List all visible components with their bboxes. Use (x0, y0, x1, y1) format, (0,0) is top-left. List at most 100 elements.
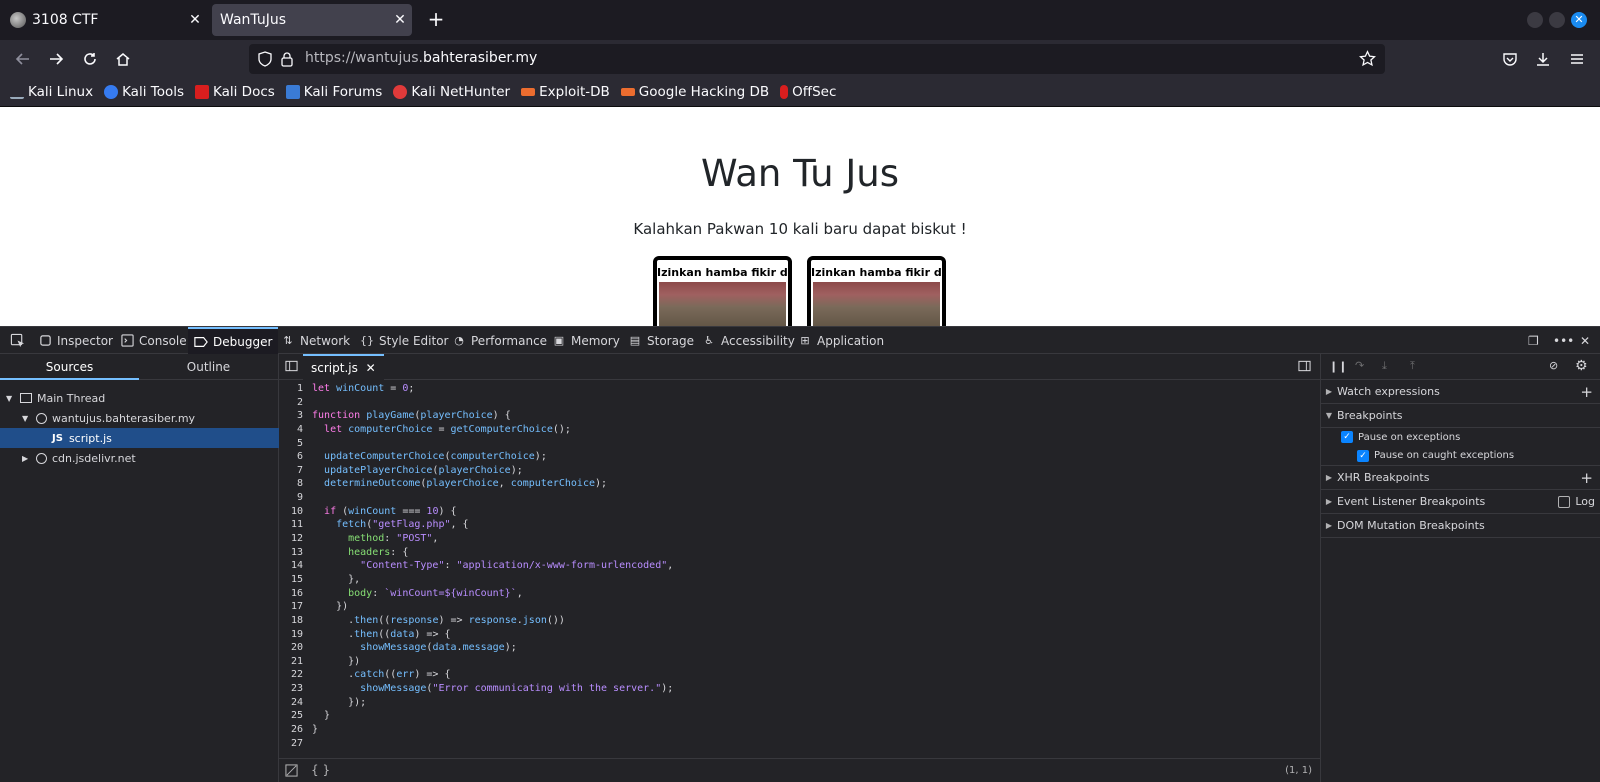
section-breakpoints[interactable]: ▼ Breakpoints (1321, 404, 1600, 428)
tab-close-icon[interactable]: ✕ (183, 12, 207, 28)
add-watch-icon[interactable]: + (1580, 383, 1593, 401)
back-arrow-icon[interactable] (10, 46, 36, 72)
code-line[interactable]: 16 body: `winCount=${winCount}`, (279, 587, 1320, 601)
line-number[interactable]: 10 (279, 505, 303, 519)
tab-accessibility[interactable]: ♿ Accessibility (702, 327, 795, 354)
tab-storage[interactable]: ▤ Storage (628, 327, 694, 354)
line-number[interactable]: 15 (279, 573, 303, 587)
reload-icon[interactable] (77, 46, 103, 72)
bookmark-offsec[interactable]: OffSec (780, 84, 836, 100)
code-line[interactable]: 10 if (winCount === 10) { (279, 505, 1320, 519)
padlock-icon[interactable] (279, 51, 295, 67)
code-line[interactable]: 11 fetch("getFlag.php", { (279, 518, 1320, 532)
minimize-window-icon[interactable] (1527, 12, 1543, 28)
browser-tab-3108-ctf[interactable]: 3108 CTF ✕ (2, 4, 207, 36)
browser-tab-wantujus[interactable]: WanTuJus ✕ (212, 4, 412, 36)
bookmark-kali-docs[interactable]: Kali Docs (195, 84, 275, 100)
toggle-sidebar-icon[interactable] (285, 360, 298, 372)
code-line[interactable]: 18 .then((response) => response.json()) (279, 614, 1320, 628)
checkbox-unchecked-icon[interactable] (1558, 495, 1571, 508)
code-line[interactable]: 24 }); (279, 696, 1320, 710)
line-number[interactable]: 23 (279, 682, 303, 696)
close-file-icon[interactable]: ✕ (366, 361, 376, 375)
bookmark-kali-forums[interactable]: Kali Forums (285, 84, 382, 100)
code-line[interactable]: 14 "Content-Type": "application/x-www-fo… (279, 559, 1320, 573)
code-line[interactable]: 7 updatePlayerChoice(playerChoice); (279, 464, 1320, 478)
code-line[interactable]: 15 }, (279, 573, 1320, 587)
section-watch-expressions[interactable]: ▶ Watch expressions + (1321, 380, 1600, 404)
forward-arrow-icon[interactable] (43, 46, 69, 72)
checkbox-checked-icon[interactable]: ✓ (1357, 449, 1369, 462)
code-line[interactable]: 4 let computerChoice = getComputerChoice… (279, 423, 1320, 437)
line-number[interactable]: 1 (279, 382, 303, 396)
tree-domain-wantujus[interactable]: ▼ wantujus.bahterasiber.my (0, 408, 279, 428)
menu-hamburger-icon[interactable] (1564, 46, 1590, 72)
source-code[interactable]: 1 let winCount = 0; 2 3 function playGame(pl… (279, 382, 1320, 755)
bookmark-exploit-db[interactable]: Exploit-DB (521, 84, 610, 100)
line-number[interactable]: 17 (279, 600, 303, 614)
tree-main-thread[interactable]: ▼ Main Thread (0, 388, 279, 408)
code-line[interactable]: 13 headers: { (279, 546, 1320, 560)
line-number[interactable]: 13 (279, 546, 303, 560)
code-line[interactable]: 20 showMessage(data.message); (279, 641, 1320, 655)
code-line[interactable]: 1 let winCount = 0; (279, 382, 1320, 396)
line-number[interactable]: 8 (279, 477, 303, 491)
line-number[interactable]: 26 (279, 723, 303, 737)
dock-options-icon[interactable]: ❐ (1528, 327, 1539, 354)
line-number[interactable]: 18 (279, 614, 303, 628)
line-number[interactable]: 21 (279, 655, 303, 669)
tab-console[interactable]: Console (120, 327, 187, 354)
pause-icon[interactable]: ❙❙ (1329, 360, 1347, 373)
close-window-icon[interactable]: ✕ (1571, 12, 1587, 28)
pretty-print-button[interactable]: { } (311, 763, 330, 777)
code-line[interactable]: 22 .catch((err) => { (279, 668, 1320, 682)
maximize-window-icon[interactable] (1549, 12, 1565, 28)
log-toggle[interactable]: Log (1558, 495, 1595, 508)
tab-outline[interactable]: Outline (139, 354, 278, 380)
pocket-icon[interactable] (1497, 46, 1523, 72)
element-picker-icon[interactable] (6, 327, 28, 354)
line-number[interactable]: 2 (279, 396, 303, 410)
computer-choice-card[interactable]: Izinkan hamba fikir dulu (653, 256, 792, 326)
tracking-protection-shield-icon[interactable] (257, 51, 273, 67)
code-line[interactable]: 21 }) (279, 655, 1320, 669)
pause-on-caught-row[interactable]: ✓ Pause on caught exceptions (1321, 446, 1600, 466)
line-number[interactable]: 9 (279, 491, 303, 505)
line-number[interactable]: 16 (279, 587, 303, 601)
line-number[interactable]: 4 (279, 423, 303, 437)
player-choice-card[interactable]: Izinkan hamba fikir dulu (807, 256, 946, 326)
tab-inspector[interactable]: Inspector (38, 327, 113, 354)
line-number[interactable]: 7 (279, 464, 303, 478)
section-dom-mutation-breakpoints[interactable]: ▶ DOM Mutation Breakpoints (1321, 514, 1600, 538)
settings-gear-icon[interactable]: ⚙ (1575, 358, 1588, 374)
add-xhr-icon[interactable]: + (1580, 469, 1593, 487)
close-devtools-icon[interactable]: ✕ (1580, 327, 1590, 354)
tab-sources[interactable]: Sources (0, 354, 139, 380)
bookmark-kali-nethunter[interactable]: Kali NetHunter (393, 84, 510, 100)
section-xhr-breakpoints[interactable]: ▶ XHR Breakpoints + (1321, 466, 1600, 490)
code-line[interactable]: 3 function playGame(playerChoice) { (279, 409, 1320, 423)
bookmark-google-hacking-db[interactable]: Google Hacking DB (620, 84, 769, 100)
line-number[interactable]: 25 (279, 709, 303, 723)
tree-domain-jsdelivr[interactable]: ▶ cdn.jsdelivr.net (0, 448, 279, 468)
line-number[interactable]: 3 (279, 409, 303, 423)
line-number[interactable]: 20 (279, 641, 303, 655)
tab-application[interactable]: ⊞ Application (798, 327, 884, 354)
address-bar[interactable]: https://wantujus.bahterasiber.my (249, 44, 1385, 74)
toggle-right-panel-icon[interactable] (1298, 360, 1311, 372)
code-line[interactable]: 6 updateComputerChoice(computerChoice); (279, 450, 1320, 464)
line-number[interactable]: 11 (279, 518, 303, 532)
home-icon[interactable] (110, 46, 136, 72)
tab-debugger[interactable]: Debugger (188, 327, 279, 354)
code-line[interactable]: 25 } (279, 709, 1320, 723)
line-number[interactable]: 5 (279, 437, 303, 451)
step-in-icon[interactable]: ⤓ (1382, 359, 1387, 373)
line-number[interactable]: 12 (279, 532, 303, 546)
tab-close-icon[interactable]: ✕ (388, 12, 412, 28)
code-line[interactable]: 23 showMessage("Error communicating with… (279, 682, 1320, 696)
code-line[interactable]: 17 }) (279, 600, 1320, 614)
code-line[interactable]: 8 determineOutcome(playerChoice, compute… (279, 477, 1320, 491)
bookmark-kali-tools[interactable]: Kali Tools (104, 84, 184, 100)
line-number[interactable]: 27 (279, 737, 303, 751)
tab-network[interactable]: ⇅ Network (281, 327, 350, 354)
